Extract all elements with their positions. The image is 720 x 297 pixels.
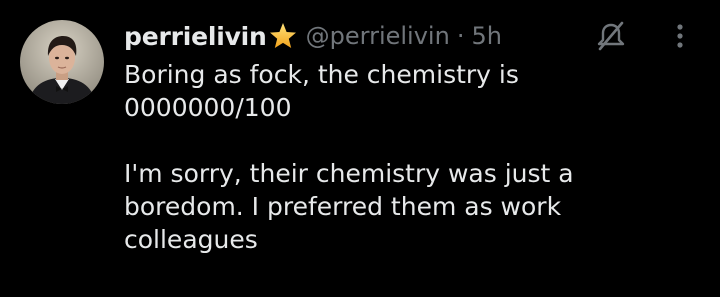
user-handle[interactable]: @perrielivin bbox=[306, 22, 450, 50]
tweet-text: Boring as fock, the chemistry is 0000000… bbox=[124, 58, 704, 256]
timestamp[interactable]: 5h bbox=[471, 22, 501, 50]
text-line: colleagues bbox=[124, 225, 258, 254]
avatar[interactable] bbox=[20, 20, 104, 104]
more-options-icon[interactable] bbox=[670, 20, 690, 52]
muted-notifications-icon[interactable] bbox=[593, 20, 629, 52]
display-name[interactable]: perrielivin bbox=[124, 22, 267, 51]
star-badge-icon bbox=[268, 21, 298, 51]
separator-dot: · bbox=[456, 22, 465, 50]
text-line: 0000000/100 bbox=[124, 93, 292, 122]
text-line: boredom. I preferred them as work bbox=[124, 192, 562, 221]
tweet-header: perrielivin @perrielivin · 5h bbox=[124, 18, 502, 54]
profile-photo bbox=[20, 20, 104, 104]
tweet[interactable]: perrielivin @perrielivin · 5h Boring as … bbox=[0, 0, 720, 297]
text-line: I'm sorry, their chemistry was just a bbox=[124, 159, 574, 188]
text-line: Boring as fock, the chemistry is bbox=[124, 60, 519, 89]
